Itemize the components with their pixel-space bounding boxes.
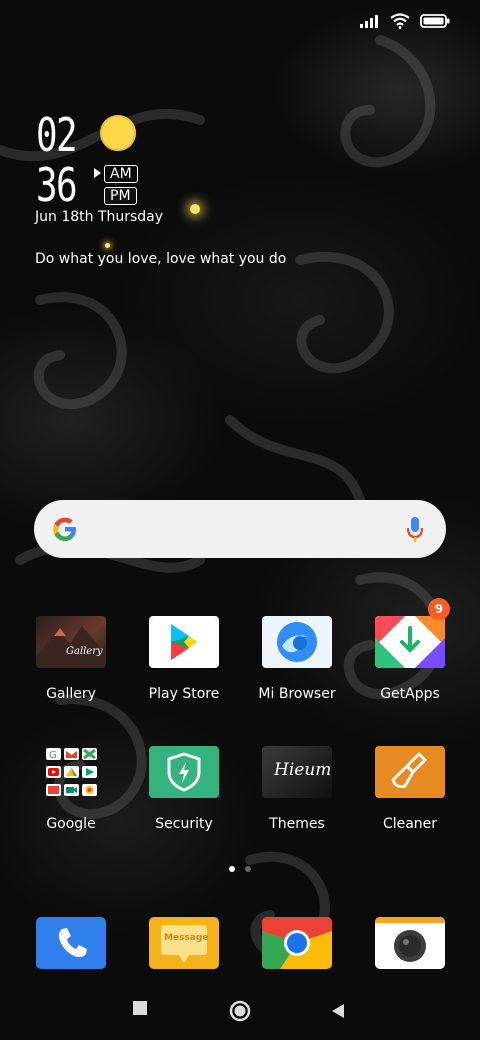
app-label: Gallery [46, 686, 96, 702]
themes-icon-text: Hieum [274, 760, 332, 780]
app-label: Security [155, 816, 213, 832]
clock-minute: 36 [36, 158, 78, 212]
firefly-glow [190, 204, 200, 214]
firefly-glow [105, 243, 110, 248]
messaging-icon-text: Message [164, 933, 209, 943]
app-mi-browser[interactable]: Mi Browser [242, 616, 352, 702]
notification-badge: 9 [428, 598, 450, 620]
app-security[interactable]: Security [129, 746, 239, 832]
app-play-store[interactable]: Play Store [129, 616, 239, 702]
page-dot-active [229, 866, 235, 872]
security-icon [149, 746, 219, 798]
play-store-icon [149, 616, 219, 668]
date-label: Jun 18th Thursday [35, 209, 164, 225]
app-label: Themes [269, 816, 325, 832]
battery-icon [420, 14, 450, 28]
svg-text:G: G [49, 750, 57, 761]
clock-hour: 02 [36, 108, 78, 162]
app-label: Google [46, 816, 96, 832]
status-bar [360, 10, 450, 32]
mi-browser-icon [262, 616, 332, 668]
google-search-bar[interactable] [34, 500, 446, 558]
back-icon[interactable] [331, 1003, 345, 1019]
quote-text: Do what you love, love what you do [35, 251, 287, 267]
getapps-icon [375, 616, 445, 668]
recents-icon[interactable] [133, 1001, 147, 1015]
google-folder-icon: G [36, 746, 106, 798]
page-indicator [229, 866, 251, 872]
signal-icon [360, 15, 378, 28]
cleaner-icon [375, 746, 445, 798]
sun-icon[interactable] [100, 115, 136, 151]
gallery-icon-text: Gallery [66, 646, 103, 657]
home-icon[interactable] [229, 1000, 251, 1022]
wifi-icon [390, 13, 410, 29]
app-themes[interactable]: Hieum Themes [242, 746, 352, 832]
folder-google[interactable]: G Google [16, 746, 126, 832]
chrome-icon[interactable] [262, 917, 332, 969]
pm-label: PM [104, 187, 137, 205]
am-indicator-icon [94, 168, 101, 178]
messaging-icon[interactable]: Message [149, 917, 219, 969]
am-label: AM [104, 165, 138, 183]
app-gallery[interactable]: Gallery Gallery [16, 616, 126, 702]
app-label: GetApps [380, 686, 440, 702]
phone-icon[interactable] [36, 917, 106, 969]
google-logo-icon [53, 517, 76, 541]
app-label: Play Store [148, 686, 220, 702]
themes-icon: Hieum [262, 746, 332, 798]
app-cleaner[interactable]: Cleaner [355, 746, 465, 832]
page-dot [245, 866, 251, 872]
app-getapps[interactable]: 9 GetApps [355, 598, 465, 702]
app-label: Cleaner [382, 816, 438, 832]
camera-icon[interactable] [375, 917, 445, 969]
gallery-icon: Gallery [36, 616, 106, 668]
mic-icon[interactable] [406, 516, 424, 544]
app-label: Mi Browser [258, 686, 336, 702]
